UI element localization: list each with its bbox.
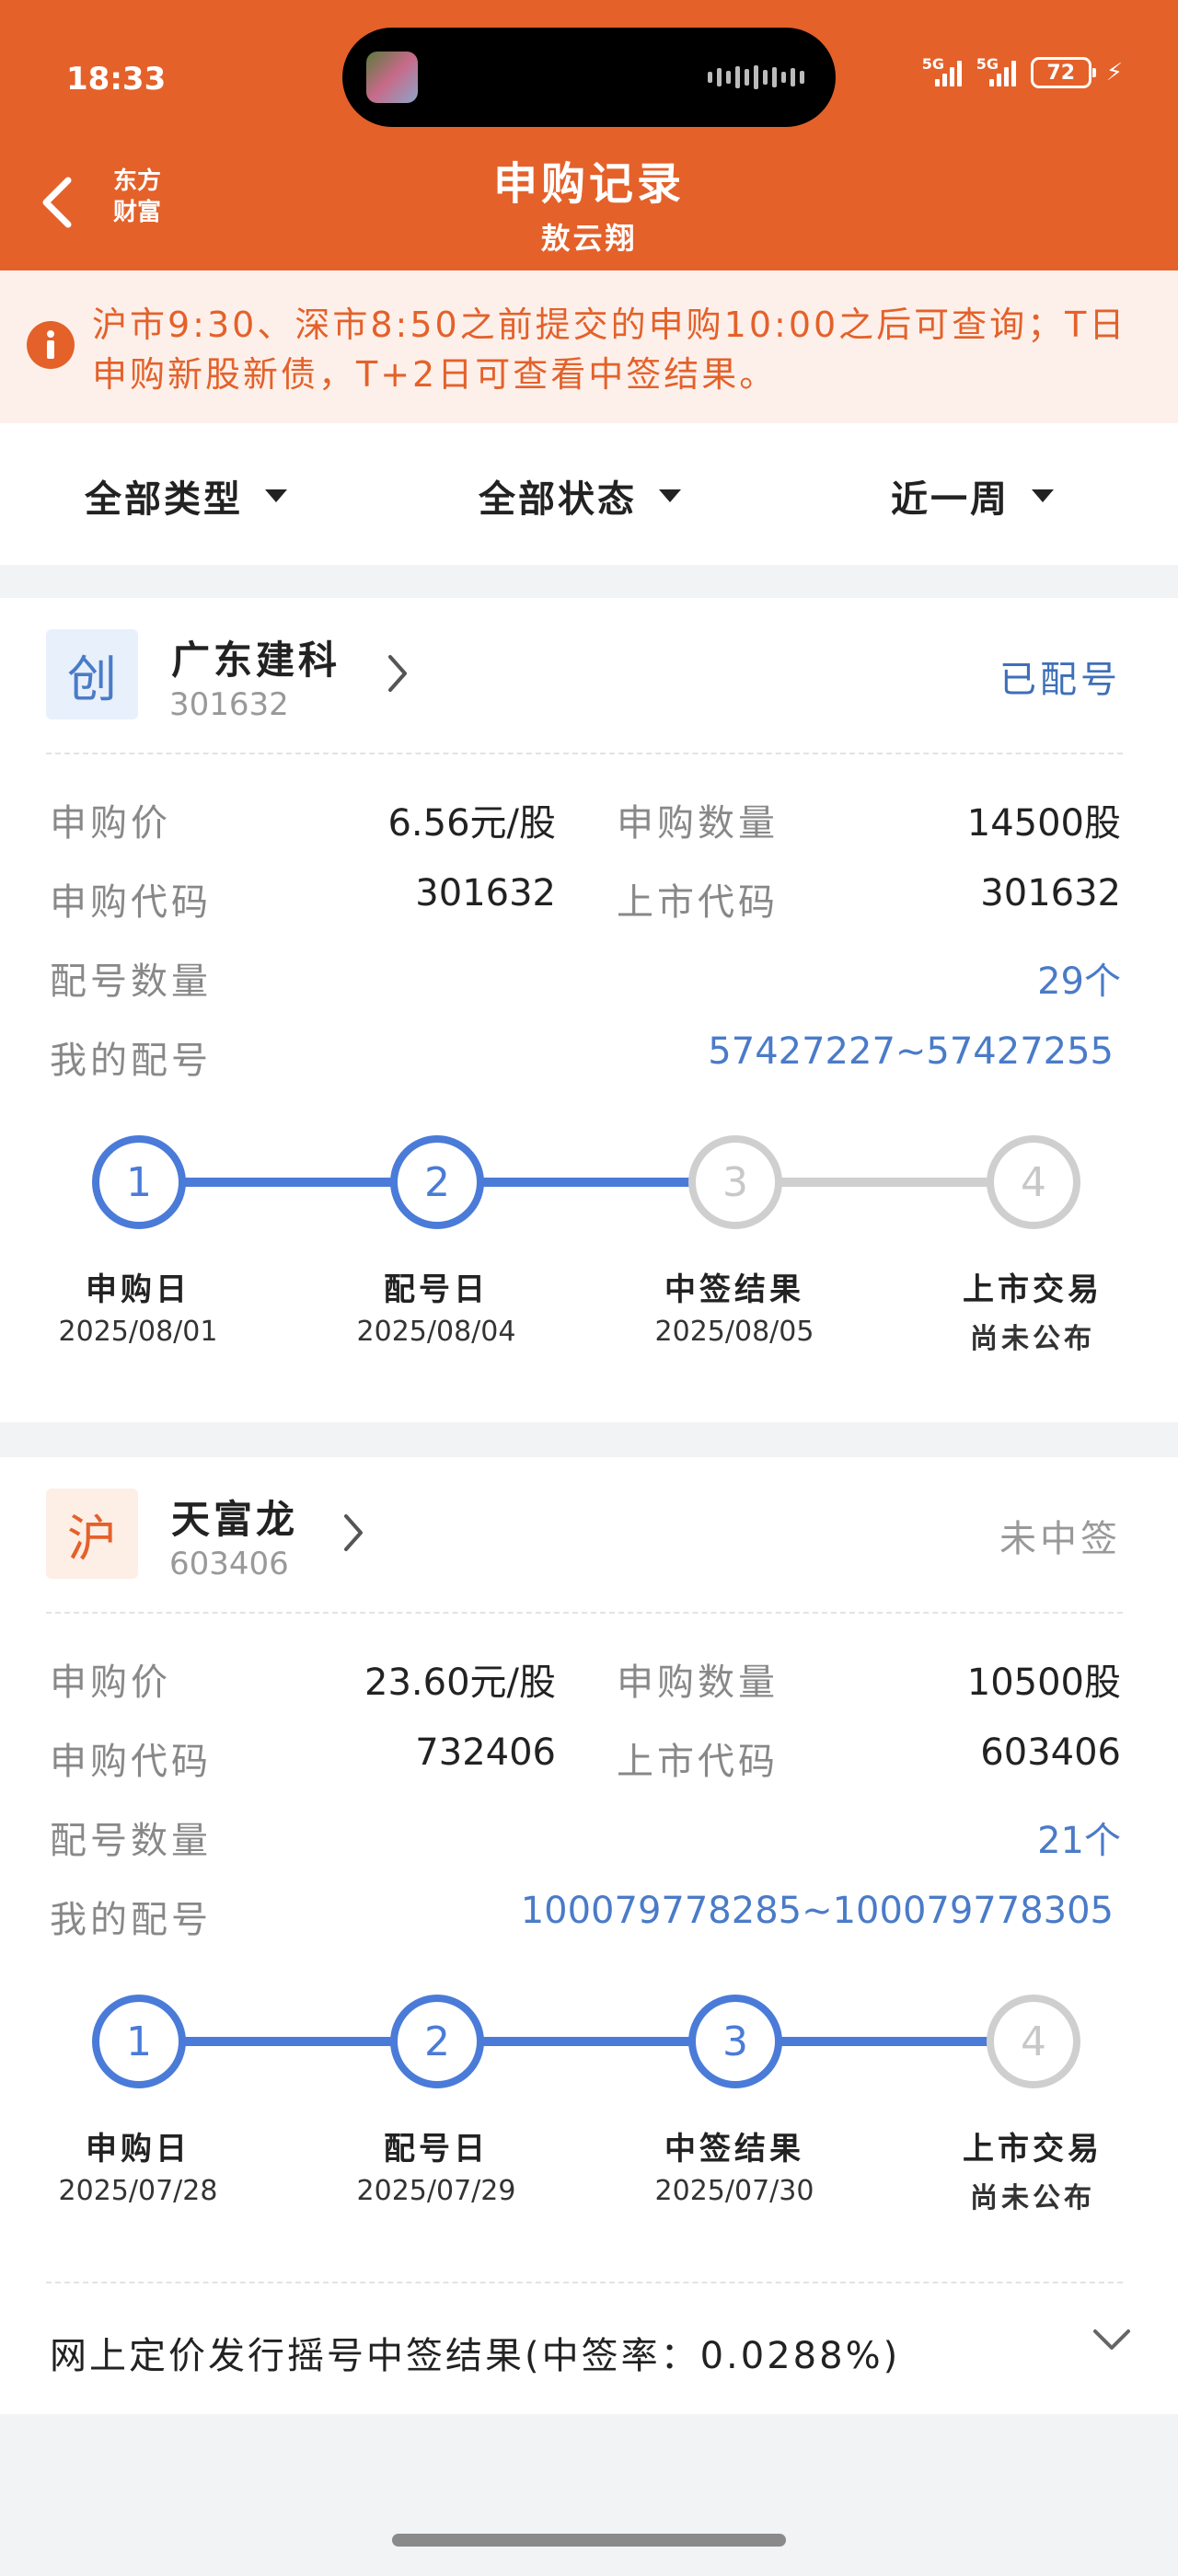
audio-wave-icon — [708, 64, 804, 90]
step-3-icon: 3 — [688, 1135, 782, 1229]
my-lots-value: 100079778285~100079778305 — [520, 1890, 1114, 1932]
chevron-right-icon[interactable] — [387, 653, 409, 694]
signal-icon: 5G — [922, 55, 962, 86]
status-badge: 未中签 — [999, 1518, 1121, 1560]
chevron-right-icon[interactable] — [342, 1512, 364, 1553]
progress-steps: 1 2 3 4 申购日 配号日 中签结果 上市交易 2025/07/28 202… — [0, 1995, 1178, 2234]
status-icons: 5G 5G 72 ⚡ — [922, 55, 1123, 88]
stock-code: 603406 — [169, 1546, 289, 1582]
price-value: 23.60元/股 — [364, 1662, 556, 1704]
step-label: 配号日 — [384, 1271, 489, 1308]
step-4-icon: 4 — [987, 1135, 1080, 1229]
list-code-label: 上市代码 — [617, 1741, 779, 1783]
step-date: 2025/08/04 — [356, 1316, 516, 1348]
lot-count-label: 配号数量 — [50, 960, 212, 1003]
price-value: 6.56元/股 — [387, 802, 556, 845]
step-label: 中签结果 — [664, 1271, 804, 1308]
my-lots-label: 我的配号 — [50, 1899, 212, 1941]
lottery-result-text: 网上定价发行摇号中签结果(中签率：0.0288%) — [50, 2335, 901, 2377]
price-label: 申购价 — [50, 802, 171, 845]
sub-code-value: 301632 — [415, 872, 556, 914]
quantity-label: 申购数量 — [617, 802, 779, 845]
filter-bar: 全部类型 全部状态 近一周 — [0, 423, 1178, 565]
status-time: 18:33 — [66, 61, 167, 98]
sub-code-value: 732406 — [415, 1731, 556, 1774]
lot-count-value: 29个 — [1037, 960, 1121, 1003]
charging-icon: ⚡ — [1105, 59, 1123, 86]
filter-period[interactable]: 近一周 — [891, 469, 1054, 523]
sub-code-label: 申购代码 — [50, 881, 212, 924]
lot-count-label: 配号数量 — [50, 1820, 212, 1862]
divider — [46, 1612, 1123, 1614]
step-date: 2025/07/29 — [356, 2175, 516, 2207]
board-badge: 创 — [46, 629, 138, 719]
step-date: 尚未公布 — [970, 2182, 1095, 2214]
step-label: 上市交易 — [963, 1271, 1103, 1308]
step-date: 尚未公布 — [970, 1323, 1095, 1355]
caret-down-icon — [265, 489, 287, 502]
caret-down-icon — [659, 489, 681, 502]
board-badge: 沪 — [46, 1489, 138, 1579]
media-thumbnail — [366, 52, 418, 103]
step-label: 申购日 — [86, 1271, 191, 1308]
quantity-value: 14500股 — [966, 802, 1121, 845]
step-2-icon: 2 — [390, 1995, 484, 2088]
step-2-icon: 2 — [390, 1135, 484, 1229]
lot-count-value: 21个 — [1037, 1820, 1121, 1862]
step-label: 中签结果 — [664, 2131, 804, 2168]
stock-name[interactable]: 天富龙 — [171, 1489, 298, 1545]
step-date: 2025/08/05 — [654, 1316, 814, 1348]
page-title: 申购记录 — [492, 158, 685, 210]
battery-icon: 72 — [1030, 57, 1096, 88]
filter-status[interactable]: 全部状态 — [479, 469, 681, 523]
step-4-icon: 4 — [987, 1995, 1080, 2088]
my-lots-label: 我的配号 — [50, 1040, 212, 1082]
step-date: 2025/08/01 — [58, 1316, 218, 1348]
divider — [46, 753, 1123, 754]
info-icon — [26, 320, 75, 374]
home-indicator[interactable] — [392, 2534, 786, 2547]
list-code-value: 603406 — [980, 1731, 1121, 1774]
price-label: 申购价 — [50, 1662, 171, 1704]
dynamic-island[interactable] — [342, 28, 836, 127]
progress-steps: 1 2 3 4 申购日 配号日 中签结果 上市交易 2025/08/01 202… — [0, 1135, 1178, 1374]
stock-code: 301632 — [169, 686, 289, 723]
step-date: 2025/07/28 — [58, 2175, 218, 2207]
step-3-icon: 3 — [688, 1995, 782, 2088]
chevron-down-icon[interactable] — [1091, 2328, 1132, 2353]
my-lots-value: 57427227~57427255 — [708, 1030, 1114, 1073]
divider — [46, 2282, 1123, 2283]
step-1-icon: 1 — [92, 1995, 186, 2088]
app-header: 18:33 5G 5G 72 ⚡ 东方 财富 申购记录 敖云翔 — [0, 0, 1178, 270]
step-1-icon: 1 — [92, 1135, 186, 1229]
list-code-label: 上市代码 — [617, 881, 779, 924]
page-subtitle: 敖云翔 — [540, 221, 638, 256]
list-code-value: 301632 — [980, 872, 1121, 914]
sub-code-label: 申购代码 — [50, 1741, 212, 1783]
subscription-card: 沪 天富龙 603406 未中签 申购价 23.60元/股 申购数量 10500… — [0, 1457, 1178, 2414]
step-label: 上市交易 — [963, 2131, 1103, 2168]
signal-icon-2: 5G — [976, 55, 1016, 86]
step-label: 配号日 — [384, 2131, 489, 2168]
step-date: 2025/07/30 — [654, 2175, 814, 2207]
quantity-value: 10500股 — [966, 1662, 1121, 1704]
quantity-label: 申购数量 — [617, 1662, 779, 1704]
notice-text: 沪市9:30、深市8:50之前提交的申购10:00之后可查询；T日申购新股新债，… — [92, 305, 1127, 395]
status-badge: 已配号 — [999, 659, 1121, 701]
caret-down-icon — [1032, 489, 1054, 502]
filter-type[interactable]: 全部类型 — [85, 469, 287, 523]
step-label: 申购日 — [86, 2131, 191, 2168]
lottery-result-row[interactable]: 网上定价发行摇号中签结果(中签率：0.0288%) — [0, 2285, 1178, 2414]
stock-name[interactable]: 广东建科 — [171, 629, 341, 685]
subscription-card: 创 广东建科 301632 已配号 申购价 6.56元/股 申购数量 14500… — [0, 598, 1178, 1422]
